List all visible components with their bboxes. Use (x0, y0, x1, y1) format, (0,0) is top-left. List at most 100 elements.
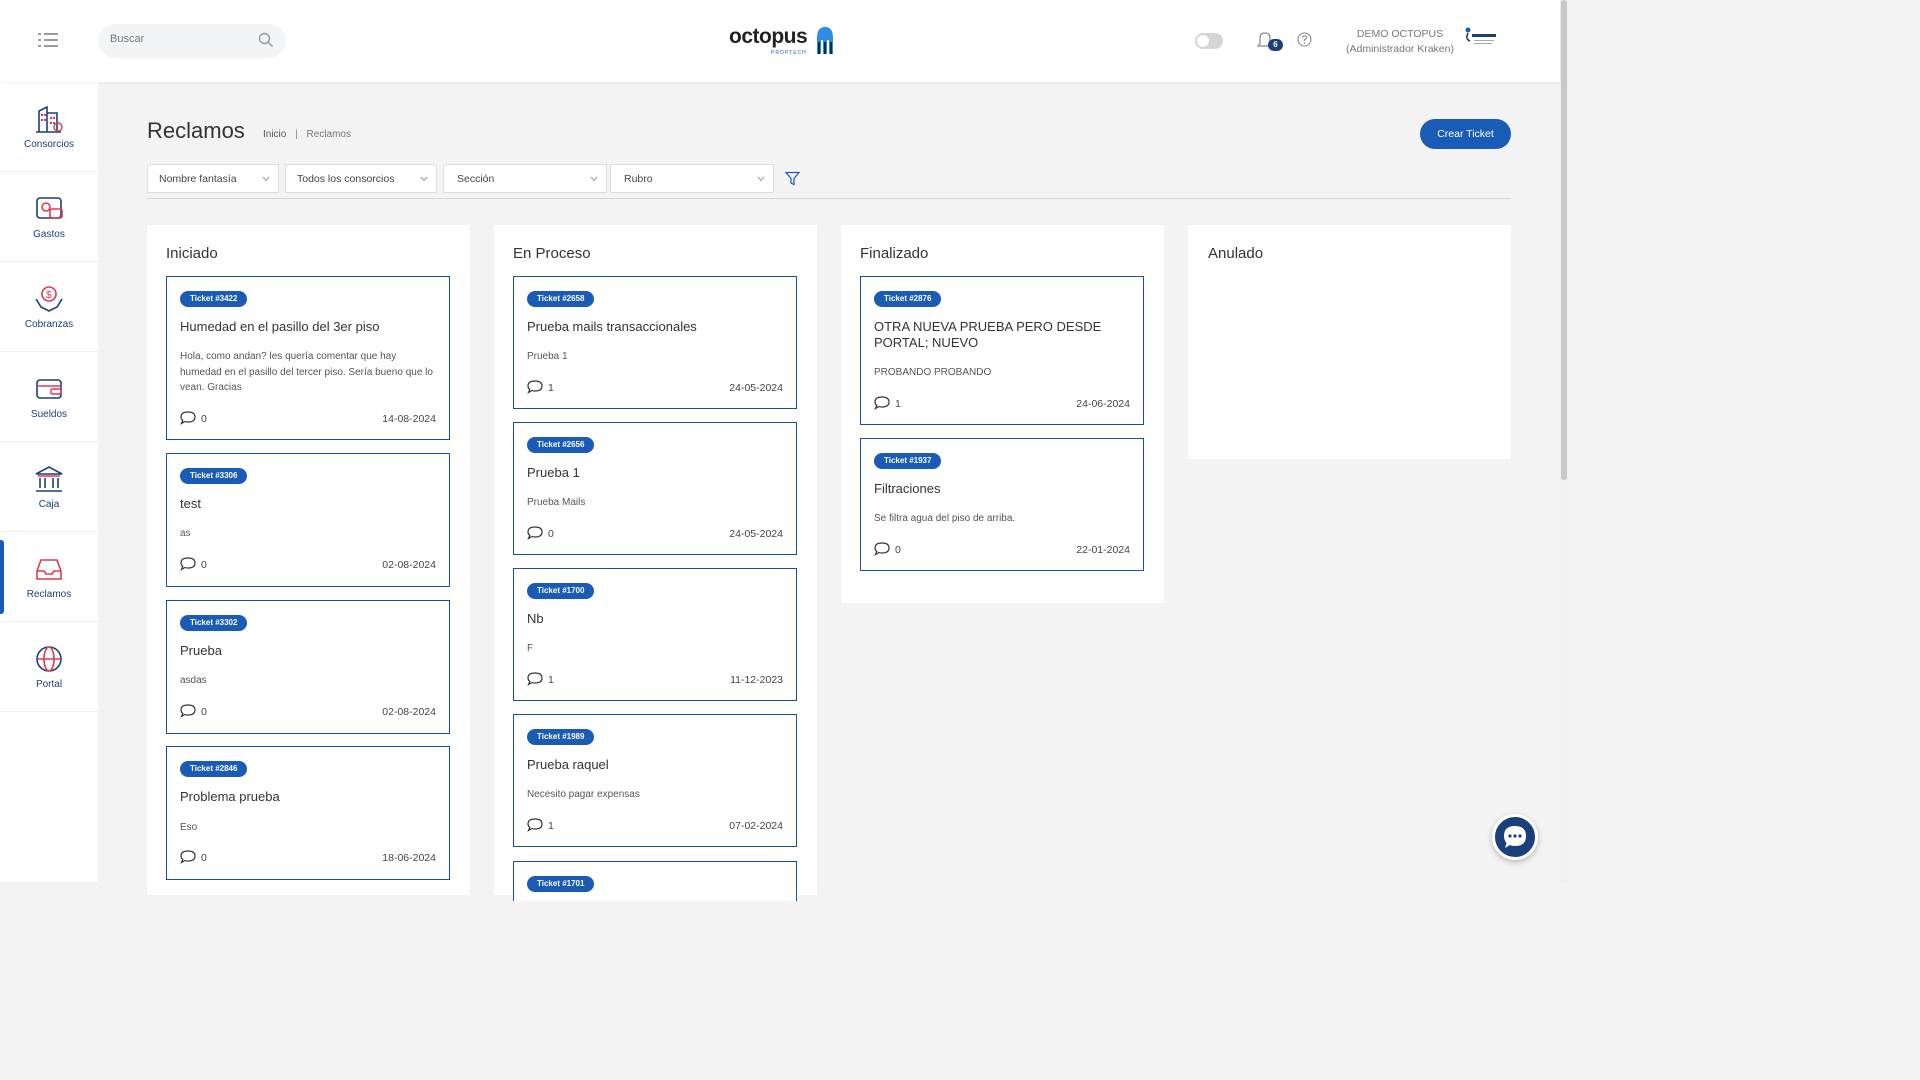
ticket-description: F (527, 643, 534, 654)
sidebar-item-sueldos[interactable]: Sueldos (0, 352, 98, 442)
sidebar: Consorcios Gastos $ Cobranzas Sueldos Ca… (0, 82, 98, 882)
user-role: (Administrador Kraken) (1346, 43, 1454, 55)
ticket-card[interactable]: Ticket #2876 OTRA NUEVA PRUEBA PERO DESD… (860, 276, 1144, 425)
comment-count: 0 (201, 413, 207, 425)
inbox-icon (36, 559, 62, 580)
filter-rubro-select[interactable]: Rubro (610, 164, 774, 193)
ticket-title: Prueba (180, 643, 222, 658)
sidebar-item-cobranzas[interactable]: $ Cobranzas (0, 262, 98, 352)
chevron-down-icon (420, 176, 428, 182)
ticket-card[interactable]: Ticket #2658 Prueba mails transaccionale… (513, 276, 797, 409)
menu-icon[interactable] (38, 32, 60, 48)
comment-count: 1 (548, 820, 554, 832)
sidebar-label: Cobranzas (24, 319, 74, 330)
ticket-date: 02-08-2024 (382, 559, 436, 571)
sidebar-item-consorcios[interactable]: Consorcios (0, 82, 98, 172)
sidebar-item-gastos[interactable]: Gastos (0, 172, 98, 262)
theme-toggle[interactable] (1195, 33, 1223, 49)
ticket-id-badge: Ticket #3422 (180, 291, 248, 307)
comment-icon (180, 850, 196, 864)
ticket-description: Prueba 1 (527, 351, 568, 362)
ticket-description: Eso (180, 822, 198, 833)
ticket-card[interactable]: Ticket #3302 Prueba asdas 0 02-08-2024 (166, 600, 450, 734)
breadcrumb-home[interactable]: Inicio (263, 129, 286, 140)
ticket-description: as (180, 528, 191, 539)
filter-icon[interactable] (785, 171, 800, 186)
comment-icon (527, 672, 543, 686)
ticket-id-badge: Ticket #2658 (527, 291, 595, 307)
search-box (98, 24, 286, 58)
sidebar-label: Gastos (33, 229, 65, 240)
search-input[interactable] (110, 33, 250, 45)
chevron-down-icon (757, 176, 765, 182)
expenses-icon (36, 197, 63, 219)
ticket-card[interactable]: Ticket #1937 Filtraciones Se filtra agua… (860, 438, 1144, 571)
ticket-footer: 1 11-12-2023 (527, 672, 783, 688)
sidebar-item-portal[interactable]: Portal (0, 622, 98, 712)
ticket-card[interactable]: Ticket #2846 Problema prueba Eso 0 18-06… (166, 746, 450, 880)
ticket-card[interactable]: Ticket #1989 Prueba raquel Necesito paga… (513, 714, 797, 847)
ticket-id-badge: Ticket #1700 (527, 583, 595, 599)
ticket-footer: 0 02-08-2024 (180, 704, 436, 720)
comment-count: 1 (895, 398, 901, 410)
ticket-id-badge: Ticket #2846 (180, 761, 248, 777)
ticket-footer: 0 24-05-2024 (527, 526, 783, 542)
filter-consorcios-select[interactable]: Todos los consorcios (285, 164, 437, 193)
ticket-description: Necesito pagar expensas (527, 789, 640, 800)
comment-count: 0 (548, 528, 554, 540)
globe-icon (36, 646, 62, 672)
sidebar-item-reclamos[interactable]: Reclamos (0, 532, 98, 622)
ticket-card[interactable]: Ticket #2656 Prueba 1 Prueba Mails 0 24-… (513, 422, 797, 555)
ticket-id-badge: Ticket #1701 (527, 876, 595, 892)
ticket-footer: 1 24-06-2024 (874, 396, 1130, 412)
ticket-card[interactable]: Ticket #1700 Nb F 1 11-12-2023 (513, 568, 797, 701)
ticket-description: Prueba Mails (527, 497, 586, 508)
help-icon[interactable] (1297, 32, 1312, 47)
collections-icon: $ (35, 286, 63, 312)
logo-subtitle: PROPTECH (771, 50, 807, 56)
filter-rubro-value: Rubro (624, 173, 653, 185)
comment-icon (527, 526, 543, 540)
comment-count: 0 (201, 852, 207, 864)
comment-icon (180, 704, 196, 718)
comment-count: 0 (201, 706, 207, 718)
chat-bubble-icon (1504, 826, 1526, 848)
ticket-card[interactable]: Ticket #1701 (513, 861, 797, 901)
octopus-logo[interactable]: octopus PROPTECH (729, 25, 835, 56)
sidebar-item-caja[interactable]: Caja (0, 442, 98, 532)
octopus-mark-icon (817, 27, 834, 54)
sidebar-label: Sueldos (30, 409, 68, 420)
notification-badge: 6 (1268, 39, 1283, 51)
comment-count: 1 (548, 674, 554, 686)
ticket-card[interactable]: Ticket #3422 Humedad en el pasillo del 3… (166, 276, 450, 440)
chat-button[interactable] (1492, 814, 1538, 860)
ticket-date: 14-08-2024 (382, 413, 436, 425)
ticket-id-badge: Ticket #2876 (874, 291, 942, 307)
ticket-description: Hola, como andan? les quería comentar qu… (180, 351, 433, 393)
column-en-proceso: En Proceso Ticket #2658 Prueba mails tra… (494, 225, 817, 901)
ticket-card[interactable]: Ticket #3306 test as 0 02-08-2024 (166, 453, 450, 587)
search-icon[interactable] (258, 32, 274, 48)
filter-nombre-select[interactable]: Nombre fantasía (147, 164, 279, 193)
comment-icon (180, 411, 196, 425)
scrollbar-thumb[interactable] (1561, 0, 1567, 480)
company-logo-icon (1465, 27, 1496, 44)
ticket-description: PROBANDO PROBANDO (874, 367, 992, 378)
ticket-id-badge: Ticket #3306 (180, 468, 248, 484)
filter-seccion-select[interactable]: Sección (443, 164, 607, 193)
ticket-id-badge: Ticket #1937 (874, 453, 942, 469)
user-info[interactable]: DEMO OCTOPUS (Administrador Kraken) (1330, 27, 1470, 57)
ticket-description: asdas (180, 675, 207, 686)
ticket-title: OTRA NUEVA PRUEBA PERO DESDE PORTAL; NUE… (874, 319, 1102, 350)
ticket-footer: 1 24-05-2024 (527, 380, 783, 396)
column-finalizado: Finalizado Ticket #2876 OTRA NUEVA PRUEB… (841, 225, 1164, 603)
comment-icon (180, 557, 196, 571)
logo-text: octopus (729, 25, 808, 48)
ticket-id-badge: Ticket #3302 (180, 615, 248, 631)
ticket-title: Prueba mails transaccionales (527, 319, 697, 334)
create-ticket-button[interactable]: Crear Ticket (1420, 119, 1511, 149)
column-iniciado: Iniciado Ticket #3422 Humedad en el pasi… (147, 225, 470, 895)
breadcrumb-current: Reclamos (306, 129, 351, 140)
column-title: Anulado (1208, 245, 1264, 262)
ticket-title: Prueba raquel (527, 757, 609, 772)
